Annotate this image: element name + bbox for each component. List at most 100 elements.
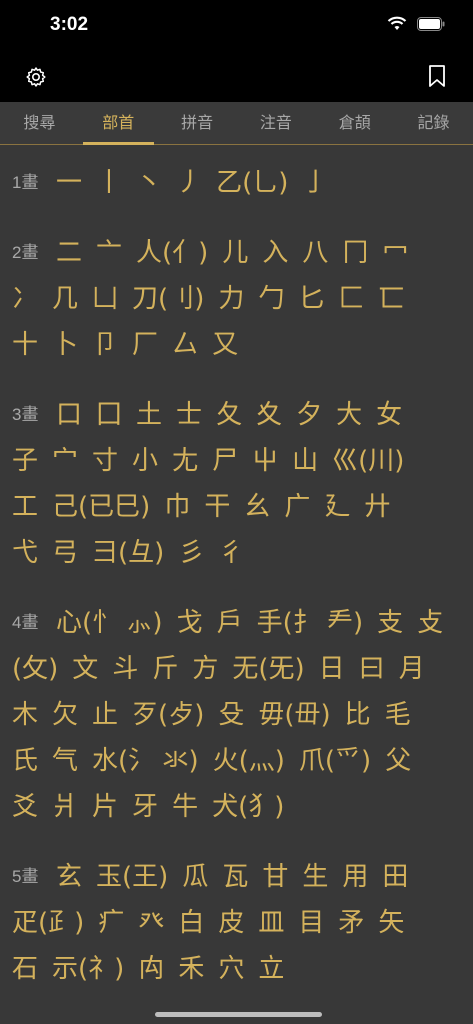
radical[interactable]: 彡	[178, 532, 204, 569]
radical[interactable]: 瓜	[182, 856, 208, 893]
radical[interactable]: 白	[178, 902, 204, 939]
radical[interactable]: 戈	[177, 602, 203, 639]
radical[interactable]: 比	[345, 694, 371, 731]
radical[interactable]: 禸	[138, 948, 164, 985]
radical[interactable]: 矛	[338, 902, 364, 939]
radical[interactable]: 攴	[417, 602, 443, 639]
radical[interactable]: 父	[385, 740, 411, 777]
radical[interactable]: 夊	[256, 394, 282, 431]
radical[interactable]: 用	[342, 856, 368, 893]
radical[interactable]: 幺	[244, 486, 270, 523]
radical[interactable]: 囗	[96, 394, 122, 431]
radical[interactable]: 毋(毌)	[258, 694, 330, 731]
radical[interactable]: 匚	[338, 278, 364, 315]
radical[interactable]: 巾	[164, 486, 190, 523]
radical[interactable]: 皮	[218, 902, 244, 939]
radical[interactable]: 片	[92, 786, 118, 823]
radical[interactable]: 牛	[172, 786, 198, 823]
radical[interactable]: 广	[284, 486, 310, 523]
radical[interactable]: 匸	[378, 278, 404, 315]
radical[interactable]: 屮	[252, 440, 278, 477]
radical[interactable]: 氏	[12, 740, 38, 777]
radical[interactable]: 甘	[262, 856, 288, 893]
radical[interactable]: 彳	[218, 532, 244, 569]
radical[interactable]: 弋	[12, 532, 38, 569]
tab-zhuyin[interactable]: 注音	[236, 102, 315, 144]
radical[interactable]: 弓	[52, 532, 78, 569]
radical[interactable]: 刀(刂)	[132, 278, 204, 315]
radical[interactable]: 士	[176, 394, 202, 431]
radical[interactable]: 斗	[112, 648, 138, 685]
radical[interactable]: 匕	[298, 278, 324, 315]
radical[interactable]: 大	[336, 394, 362, 431]
radical[interactable]: 卩	[92, 324, 118, 361]
radical[interactable]: 寸	[92, 440, 118, 477]
radical[interactable]: 手(扌 龵)	[257, 602, 364, 639]
radical[interactable]: 疋(⺪)	[12, 902, 84, 939]
radical[interactable]: 十	[12, 324, 38, 361]
radical[interactable]: 厂	[132, 324, 158, 361]
radical[interactable]: 人(亻)	[136, 232, 208, 269]
radical[interactable]: 立	[258, 948, 284, 985]
radical[interactable]: 厶	[172, 324, 198, 361]
radical[interactable]: 火(灬)	[213, 740, 285, 777]
radical[interactable]: 丶	[136, 162, 162, 199]
bookmark-icon[interactable]	[427, 64, 447, 88]
radical[interactable]: 止	[92, 694, 118, 731]
radical[interactable]: 乙(乚)	[216, 162, 288, 199]
radical[interactable]: 田	[382, 856, 408, 893]
radical[interactable]: 夕	[296, 394, 322, 431]
radical[interactable]: 冂	[342, 232, 368, 269]
radical[interactable]: 亠	[96, 232, 122, 269]
radical[interactable]: 无(旡)	[232, 648, 304, 685]
radical[interactable]: 几	[52, 278, 78, 315]
radical[interactable]: 一	[56, 162, 82, 199]
radical[interactable]: 巛(川)	[332, 440, 404, 477]
radical[interactable]: 禾	[178, 948, 204, 985]
radical[interactable]: 夂	[216, 394, 242, 431]
radical[interactable]: 牙	[132, 786, 158, 823]
radical[interactable]: 口	[56, 394, 82, 431]
radical[interactable]: 己(已巳)	[52, 486, 150, 523]
tab-search[interactable]: 搜尋	[0, 102, 79, 144]
radical[interactable]: 廾	[364, 486, 390, 523]
radical[interactable]: 力	[218, 278, 244, 315]
radical[interactable]: 冫	[12, 278, 38, 315]
radical[interactable]: 示(礻)	[52, 948, 124, 985]
radical[interactable]: 歹(歺)	[132, 694, 204, 731]
radical[interactable]: 皿	[258, 902, 284, 939]
tab-history[interactable]: 記錄	[394, 102, 473, 144]
radical[interactable]: 山	[292, 440, 318, 477]
radical[interactable]: 勹	[258, 278, 284, 315]
radical[interactable]: 气	[52, 740, 78, 777]
radical[interactable]: 子	[12, 440, 38, 477]
radical[interactable]: 石	[12, 948, 38, 985]
radical[interactable]: 廴	[324, 486, 350, 523]
radical[interactable]: 爻	[12, 786, 38, 823]
radical[interactable]: 卜	[52, 324, 78, 361]
radical[interactable]: 尢	[172, 440, 198, 477]
gear-icon[interactable]	[24, 65, 48, 89]
radical[interactable]: 方	[192, 648, 218, 685]
radical[interactable]: 冖	[382, 232, 408, 269]
radical[interactable]: 生	[302, 856, 328, 893]
radical[interactable]: 尸	[212, 440, 238, 477]
radical[interactable]: 女	[376, 394, 402, 431]
radical[interactable]: 支	[377, 602, 403, 639]
tab-pinyin[interactable]: 拼音	[158, 102, 237, 144]
radical[interactable]: 文	[72, 648, 98, 685]
radical[interactable]: 目	[298, 902, 324, 939]
radical[interactable]: (攵)	[12, 648, 58, 685]
radical[interactable]: 彐(彑)	[92, 532, 164, 569]
radical[interactable]: 癶	[138, 902, 164, 939]
radical[interactable]: 疒	[98, 902, 124, 939]
radical[interactable]: 亅	[302, 162, 328, 199]
radical[interactable]: 丿	[176, 162, 202, 199]
radical[interactable]: 穴	[218, 948, 244, 985]
tab-radical[interactable]: 部首	[79, 102, 158, 145]
radical[interactable]: 日	[319, 648, 345, 685]
tab-cangjie[interactable]: 倉頡	[315, 102, 394, 144]
radical[interactable]: 毛	[385, 694, 411, 731]
radical[interactable]: 宀	[52, 440, 78, 477]
radical[interactable]: 犬(犭)	[212, 786, 284, 823]
